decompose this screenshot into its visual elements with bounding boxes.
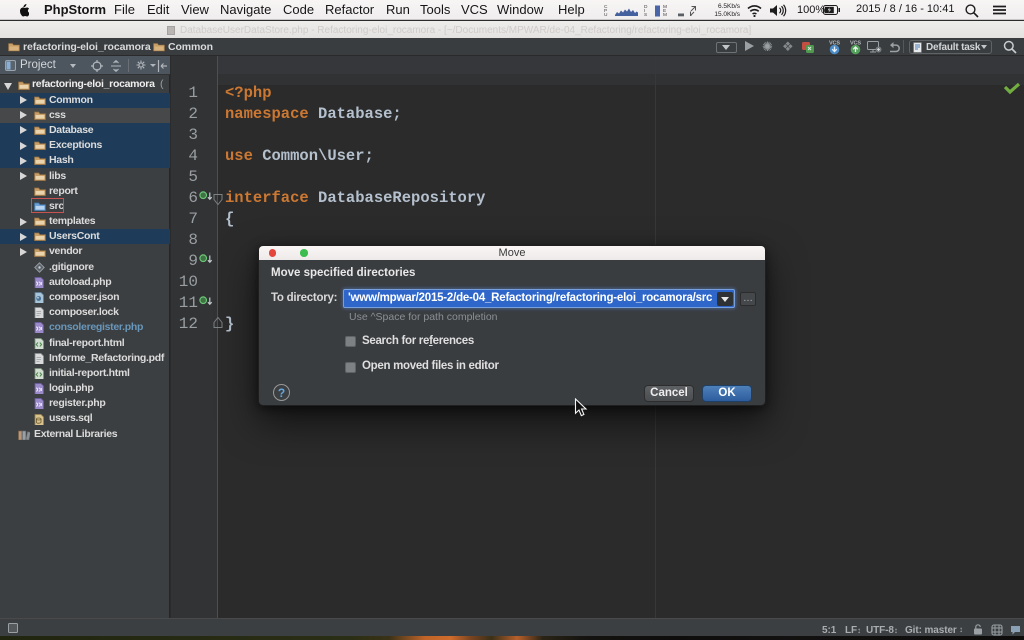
svg-text:S: S: [644, 12, 647, 18]
svg-text:U: U: [604, 12, 608, 18]
svg-text:M: M: [663, 12, 667, 18]
